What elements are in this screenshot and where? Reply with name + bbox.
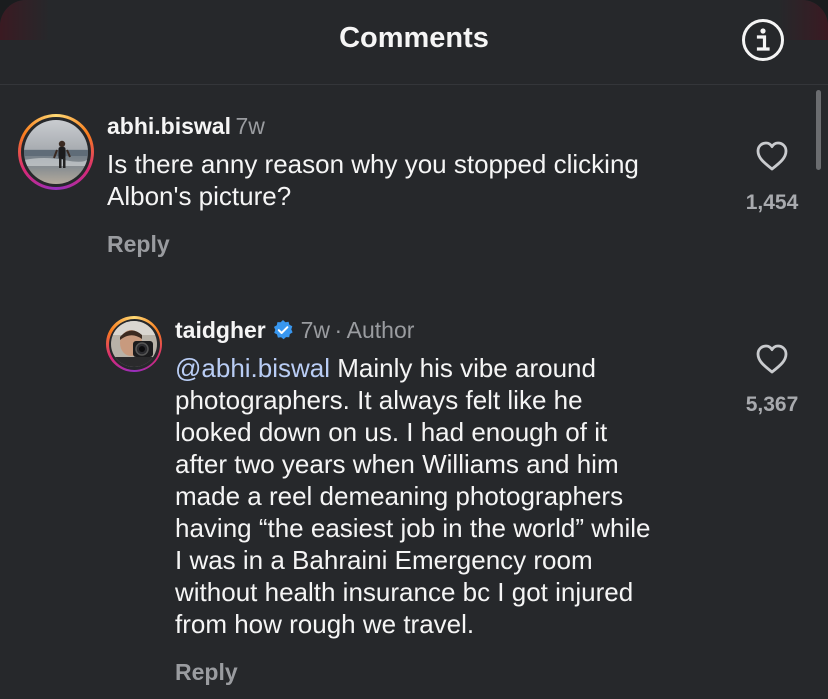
reply-button[interactable]: Reply xyxy=(107,231,170,258)
comment-text-line: Is there anny reason why you stopped cli… xyxy=(107,149,639,179)
avatar-photo xyxy=(24,120,88,184)
like-count: 1,454 xyxy=(745,191,799,214)
heart-outline-icon[interactable] xyxy=(755,343,789,375)
mention-link[interactable]: @abhi.biswal xyxy=(175,353,330,383)
comment-timestamp: 7w xyxy=(300,317,331,343)
comment-text-line: having “the easiest job in the world” wh… xyxy=(175,513,651,543)
meta-separator: · xyxy=(334,317,343,343)
comment-text: Is there anny reason why you stopped cli… xyxy=(107,148,727,212)
comment-meta-line: abhi.biswal 7w xyxy=(107,113,265,140)
comment-text-line: from how rough we travel. xyxy=(175,609,475,639)
comment-text-line: photographers. It always felt like he xyxy=(175,385,583,415)
like-count: 5,367 xyxy=(745,393,799,416)
avatar[interactable] xyxy=(106,316,162,372)
comment-text-line: made a reel demeaning photographers xyxy=(175,481,624,511)
comment-text-line: Albon's picture? xyxy=(107,181,292,211)
comment-text-line: @abhi.biswal Mainly his vibe around xyxy=(175,352,735,384)
comment-text-line: looked down on us. I had enough of it xyxy=(175,417,608,447)
page-title: Comments xyxy=(339,22,489,54)
verified-badge-icon xyxy=(272,319,294,341)
heart-outline-icon[interactable] xyxy=(755,140,789,172)
comments-header: Comments xyxy=(0,0,828,85)
author-badge: Author xyxy=(346,317,415,343)
comment-text-line: I was in a Bahraini Emergency room xyxy=(175,545,593,575)
comment-username[interactable]: abhi.biswal xyxy=(107,113,231,139)
comment-timestamp: 7w xyxy=(235,113,265,139)
info-icon[interactable] xyxy=(741,18,785,62)
comment-text: @abhi.biswal Mainly his vibe around phot… xyxy=(175,352,735,640)
comments-sheet: Comments abhi.biswal 7w Is there anny re… xyxy=(0,0,828,699)
comment-meta-line: taidgher 7w · Author xyxy=(175,317,414,344)
comment-text-line: after two years when Williams and him xyxy=(175,449,619,479)
comment-text-fragment: Mainly his vibe around xyxy=(330,353,596,383)
scrollbar[interactable] xyxy=(816,90,821,170)
avatar[interactable] xyxy=(18,114,94,190)
comment-username[interactable]: taidgher xyxy=(175,317,266,343)
reply-button[interactable]: Reply xyxy=(175,659,238,686)
comment-text-line: without health insurance bc I got injure… xyxy=(175,577,634,607)
avatar-photo xyxy=(111,321,157,367)
